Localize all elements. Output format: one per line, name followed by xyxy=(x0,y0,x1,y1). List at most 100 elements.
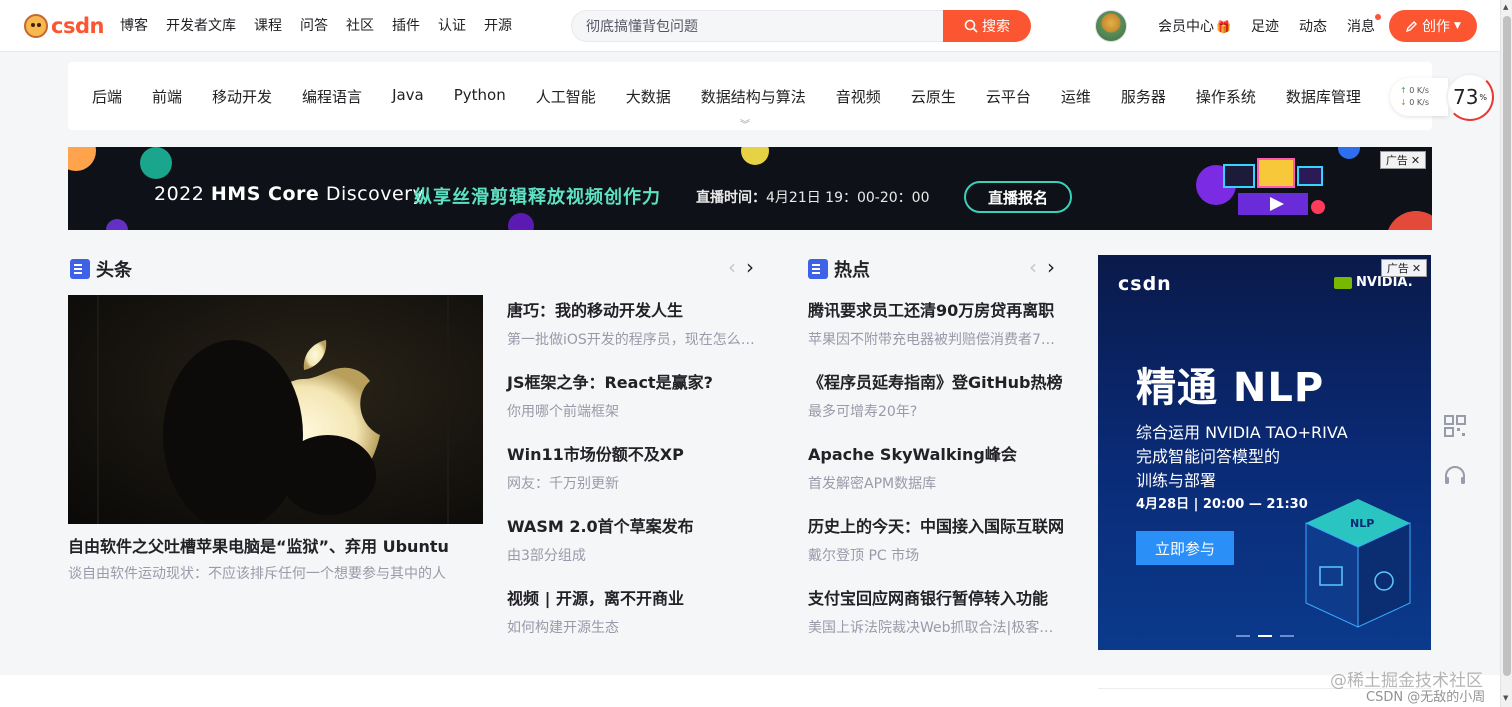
nav-item-opensource[interactable]: 开源 xyxy=(484,15,512,35)
category-python[interactable]: Python xyxy=(454,86,506,107)
close-icon[interactable]: ✕ xyxy=(1412,262,1421,275)
hot-item-title[interactable]: 腾讯要求员工还清90万房贷再离职 xyxy=(808,297,1064,321)
hot-item[interactable]: 历史上的今天：中国接入国际互联网 戴尔登顶 PC 市场 xyxy=(808,513,1064,585)
headline-item-title[interactable]: Win11市场份额不及XP xyxy=(507,441,757,465)
caret-down-icon: ▼ xyxy=(1454,21,1461,31)
hot-item-title[interactable]: 历史上的今天：中国接入国际互联网 xyxy=(808,513,1064,537)
close-icon[interactable]: ✕ xyxy=(1411,154,1420,167)
hot-item-title[interactable]: 《程序员延寿指南》登GitHub热榜 xyxy=(808,369,1064,393)
nav-item-courses[interactable]: 课程 xyxy=(254,15,282,35)
decor-circle xyxy=(68,147,96,171)
hot-item[interactable]: Apache SkyWalking峰会 首发解密APM数据库 xyxy=(808,441,1064,513)
user-avatar[interactable] xyxy=(1095,10,1127,42)
upload-speed: 0 xyxy=(1409,86,1415,95)
nav-item-community[interactable]: 社区 xyxy=(346,15,374,35)
category-frontend[interactable]: 前端 xyxy=(152,86,182,107)
category-cloud-platform[interactable]: 云平台 xyxy=(986,86,1031,107)
headline-item-title[interactable]: WASM 2.0首个草案发布 xyxy=(507,513,757,537)
banner-ad-label: 广告 xyxy=(1385,154,1408,167)
category-cloud-native[interactable]: 云原生 xyxy=(911,86,956,107)
banner-ad-tag[interactable]: 广告 ✕ xyxy=(1380,151,1426,169)
top-toolbar: CSDN 博客 开发者文库 课程 问答 社区 插件 认证 开源 搜索 会员中心🎁… xyxy=(0,0,1500,52)
usage-gauge[interactable]: 73% xyxy=(1446,73,1494,121)
create-button[interactable]: 创作 ▼ xyxy=(1389,10,1477,42)
side-ad-join-button[interactable]: 立即参与 xyxy=(1136,531,1234,565)
hot-item[interactable]: 支付宝回应网商银行暂停转入功能 美国上诉法院裁决Web抓取合法|极客… xyxy=(808,585,1064,657)
side-ad-brand: CSDN xyxy=(1118,273,1172,295)
side-ad-tag[interactable]: 广告 ✕ xyxy=(1381,259,1427,277)
category-mobile[interactable]: 移动开发 xyxy=(212,86,272,107)
hot-item-title[interactable]: Apache SkyWalking峰会 xyxy=(808,441,1064,465)
carousel-dot[interactable] xyxy=(1236,635,1250,637)
chevron-right-icon[interactable]: › xyxy=(1047,255,1055,279)
hot-title: 热点 xyxy=(834,260,870,281)
vip-center-label: 会员中心 xyxy=(1158,19,1214,35)
category-backend[interactable]: 后端 xyxy=(92,86,122,107)
search-button[interactable]: 搜索 xyxy=(943,10,1031,42)
decor-circle xyxy=(140,147,172,179)
headline-item[interactable]: JS框架之争：React是赢家? 你用哪个前端框架 xyxy=(507,369,757,441)
headline-item-title[interactable]: JS框架之争：React是赢家? xyxy=(507,369,757,393)
chevron-left-icon[interactable]: ‹ xyxy=(728,255,736,279)
upload-unit: K/s xyxy=(1416,86,1429,95)
headline-item[interactable]: Win11市场份额不及XP 网友：千万别更新 xyxy=(507,441,757,513)
nav-item-qa[interactable]: 问答 xyxy=(300,15,328,35)
category-java[interactable]: Java xyxy=(392,86,424,107)
headline-item[interactable]: WASM 2.0首个草案发布 由3部分组成 xyxy=(507,513,757,585)
scrollbar-thumb[interactable] xyxy=(1503,16,1511,676)
headline-item[interactable]: 视频 | 开源，离不开商业 如何构建开源生态 xyxy=(507,585,757,657)
category-ops[interactable]: 运维 xyxy=(1061,86,1091,107)
search-input[interactable] xyxy=(571,10,943,42)
headline-item-title[interactable]: 唐巧：我的移动开发人生 xyxy=(507,297,757,321)
headline-list: 唐巧：我的移动开发人生 第一批做iOS开发的程序员，现在怎么… JS框架之争：R… xyxy=(507,297,757,657)
chevron-left-icon[interactable]: ‹ xyxy=(1029,255,1037,279)
headset-support-icon[interactable] xyxy=(1440,461,1470,491)
vip-center-link[interactable]: 会员中心 🎁 xyxy=(1158,16,1231,36)
category-bigdata[interactable]: 大数据 xyxy=(626,86,671,107)
search-bar: 搜索 xyxy=(571,10,1031,42)
category-ai[interactable]: 人工智能 xyxy=(536,86,596,107)
chevron-right-icon[interactable]: › xyxy=(746,255,754,279)
nvidia-eye-icon xyxy=(1334,276,1352,289)
category-database[interactable]: 数据库管理 xyxy=(1286,86,1361,107)
hot-item[interactable]: 腾讯要求员工还清90万房贷再离职 苹果因不附带充电器被判赔偿消费者70… xyxy=(808,297,1064,369)
category-languages[interactable]: 编程语言 xyxy=(302,86,362,107)
document-icon xyxy=(70,259,90,279)
nvidia-logo: NVIDIA. xyxy=(1334,275,1413,290)
scroll-down-arrow-icon[interactable]: ▼ xyxy=(1503,694,1508,702)
category-media[interactable]: 音视频 xyxy=(836,86,881,107)
headline-hero-image[interactable] xyxy=(68,295,483,524)
headline-item-subtitle: 你用哪个前端框架 xyxy=(507,404,619,420)
nav-item-blog[interactable]: 博客 xyxy=(120,15,148,35)
decor-circle xyxy=(1386,211,1432,230)
hot-item[interactable]: 《程序员延寿指南》登GitHub热榜 最多可增寿20年? xyxy=(808,369,1064,441)
nav-item-plugins[interactable]: 插件 xyxy=(392,15,420,35)
nav-item-certification[interactable]: 认证 xyxy=(438,15,466,35)
page-scrollbar[interactable]: ▲ ▼ xyxy=(1500,0,1512,707)
side-ad[interactable]: CSDN NVIDIA. 精通 NLP 综合运用 NVIDIA TAO+RIVA… xyxy=(1098,255,1431,650)
category-algorithms[interactable]: 数据结构与算法 xyxy=(701,86,806,107)
carousel-dot[interactable] xyxy=(1280,635,1294,637)
headline-item[interactable]: 唐巧：我的移动开发人生 第一批做iOS开发的程序员，现在怎么… xyxy=(507,297,757,369)
qrcode-icon[interactable] xyxy=(1440,411,1470,441)
dynamic-link[interactable]: 动态 xyxy=(1299,16,1327,36)
expand-chevron-icon[interactable]: ︾ xyxy=(740,116,750,131)
side-ad-partner: NVIDIA. xyxy=(1356,275,1413,290)
headline-item-title[interactable]: 视频 | 开源，离不开商业 xyxy=(507,585,757,609)
banner-register-button[interactable]: 直播报名 xyxy=(964,181,1072,213)
carousel-dot-active[interactable] xyxy=(1258,635,1272,637)
scroll-up-arrow-icon[interactable]: ▲ xyxy=(1503,3,1508,11)
csdn-logo[interactable]: CSDN xyxy=(24,14,104,38)
create-button-label: 创作 xyxy=(1422,19,1451,35)
footprint-link[interactable]: 足迹 xyxy=(1251,16,1279,36)
search-icon xyxy=(964,19,978,33)
search-button-label: 搜索 xyxy=(982,19,1010,35)
category-os[interactable]: 操作系统 xyxy=(1196,86,1256,107)
hot-item-title[interactable]: 支付宝回应网商银行暂停转入功能 xyxy=(808,585,1064,609)
category-servers[interactable]: 服务器 xyxy=(1121,86,1166,107)
top-banner-ad[interactable]: 2022 HMS Core Discovery 纵享丝滑剪辑释放视频创作力 直播… xyxy=(68,147,1432,230)
decor-circle xyxy=(1338,147,1360,159)
nav-item-library[interactable]: 开发者文库 xyxy=(166,15,236,35)
messages-link[interactable]: 消息 xyxy=(1347,14,1381,36)
headline-hero-title[interactable]: 自由软件之父吐槽苹果电脑是“监狱”、弃用 Ubuntu xyxy=(68,533,449,557)
